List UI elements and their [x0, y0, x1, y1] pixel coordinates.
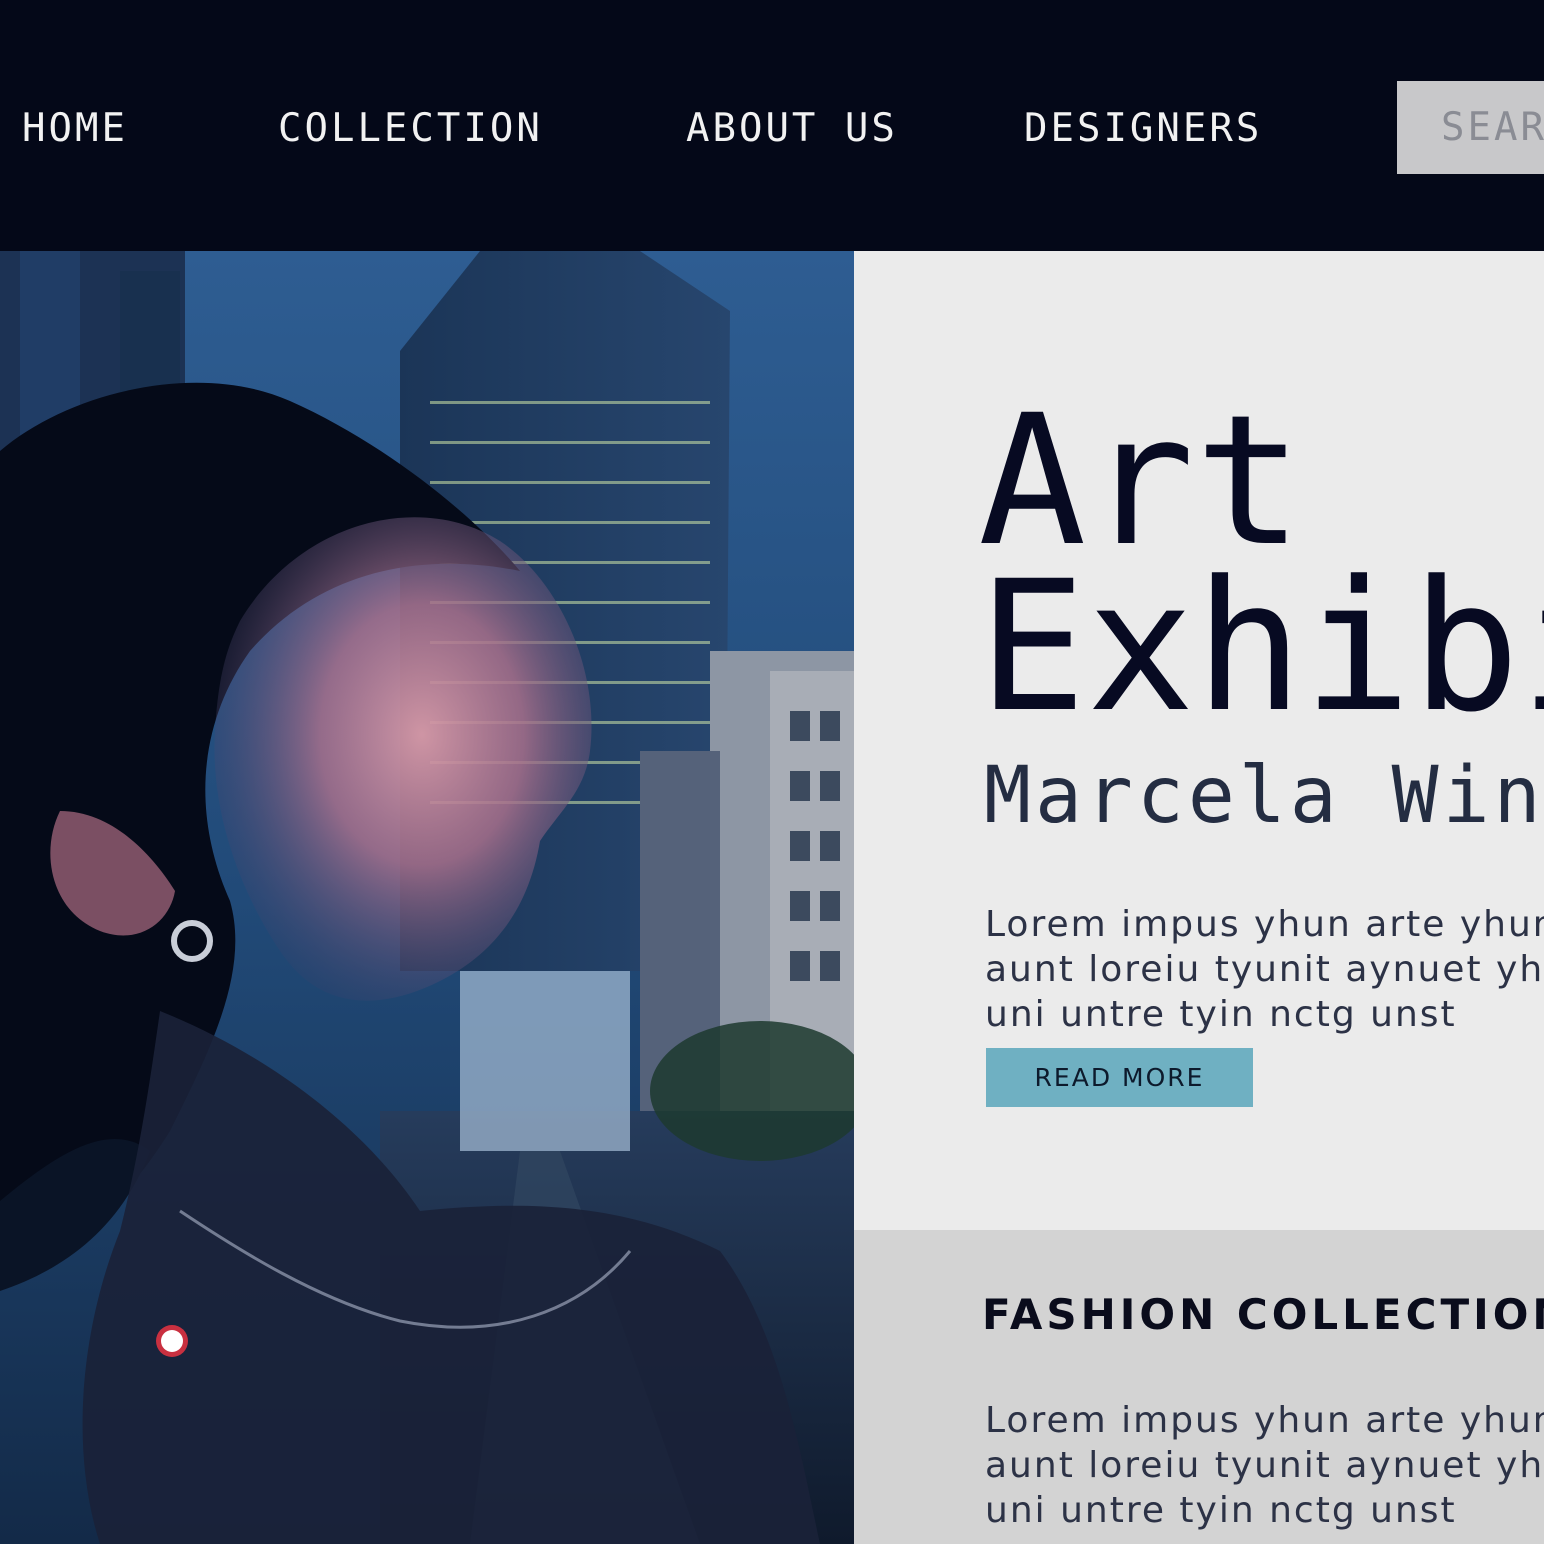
search-placeholder: SEARCH	[1441, 105, 1544, 150]
exhibition-description: Lorem impus yhun arte yhun aunt loreiu t…	[985, 902, 1544, 1037]
nav-home-link[interactable]: HOME	[22, 104, 128, 154]
description-line: aunt loreiu tyunit aynuet yhun	[985, 1445, 1544, 1486]
nav-designers-link[interactable]: DESIGNERS	[1024, 104, 1262, 154]
description-line: Lorem impus yhun arte yhun	[985, 904, 1544, 945]
nav-about-us-link[interactable]: ABOUT US	[686, 104, 898, 154]
read-more-button[interactable]: READ MORE	[986, 1048, 1253, 1107]
page-title: Art Exhibition	[978, 377, 1544, 752]
nav-collection-link[interactable]: COLLECTION	[278, 104, 543, 154]
hero-image	[0, 251, 854, 1544]
description-line: Lorem impus yhun arte yhun	[985, 1400, 1544, 1441]
description-line: uni untre tyin nctg unst	[985, 1490, 1457, 1531]
artist-name: Marcela Winston	[984, 751, 1544, 841]
fashion-collection-panel: FASHION COLLECTION Lorem impus yhun arte…	[854, 1230, 1544, 1544]
description-line: aunt loreiu tyunit aynuet yhun	[985, 949, 1544, 990]
description-line: uni untre tyin nctg unst	[985, 994, 1457, 1035]
hero-image-illustration	[0, 251, 854, 1544]
fashion-collection-title: FASHION COLLECTION	[982, 1290, 1544, 1339]
headline-line-2: Exhibition	[978, 543, 1544, 752]
fashion-description: Lorem impus yhun arte yhun aunt loreiu t…	[985, 1398, 1544, 1533]
art-exhibition-panel: Art Exhibition Marcela Winston Lorem imp…	[854, 251, 1544, 1230]
top-navigation: HOME COLLECTION ABOUT US DESIGNERS SEARC…	[0, 0, 1544, 251]
headline-line-1: Art	[978, 377, 1304, 586]
search-input[interactable]: SEARCH	[1397, 81, 1544, 174]
page: HOME COLLECTION ABOUT US DESIGNERS SEARC…	[0, 0, 1544, 1544]
